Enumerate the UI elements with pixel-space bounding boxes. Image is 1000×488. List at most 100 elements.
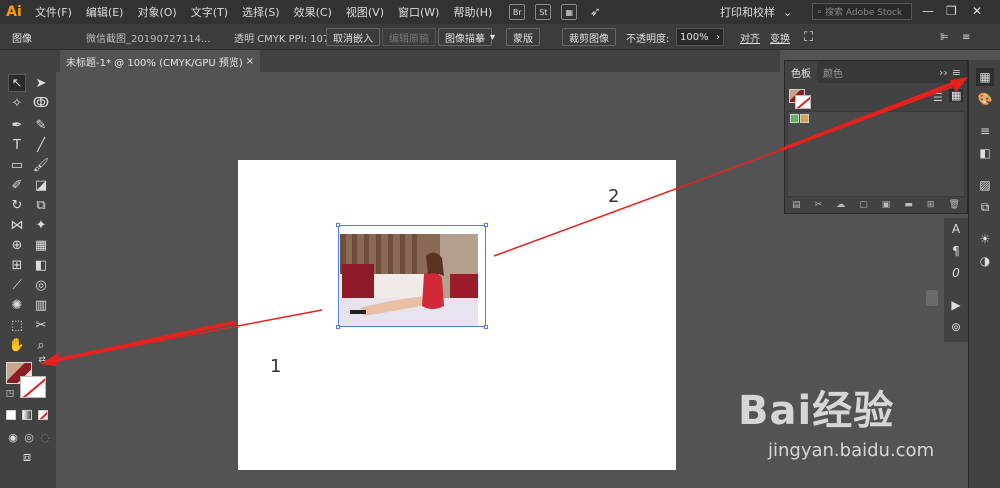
eyedropper-icon[interactable]: ⟋: [8, 276, 26, 294]
menu-view[interactable]: 视图(V): [339, 4, 391, 20]
list-view-icon[interactable]: ☰: [933, 91, 943, 104]
actions-panel-icon[interactable]: ▶: [947, 296, 965, 314]
column-graph-icon[interactable]: ▥: [32, 296, 50, 314]
unembed-button[interactable]: 取消嵌入: [326, 28, 380, 46]
align-options-icon[interactable]: ⊫: [940, 28, 949, 46]
scale-tool-icon[interactable]: ⧉: [32, 196, 50, 214]
shape-builder-icon[interactable]: ⊕: [8, 236, 26, 254]
default-colors-icon[interactable]: ◳: [4, 388, 16, 400]
resize-handle[interactable]: [484, 325, 488, 329]
cc-libraries-icon[interactable]: ☁: [836, 200, 845, 210]
stock-search-input[interactable]: ⌕ 搜索 Adobe Stock: [812, 3, 912, 20]
opacity-arrow-icon[interactable]: ›: [716, 28, 720, 46]
stroke-panel-icon[interactable]: ≡: [976, 122, 994, 140]
file-name-link[interactable]: 微信截图_20190727114...: [86, 28, 211, 46]
puppet-warp-icon[interactable]: ✦: [32, 216, 50, 234]
stroke-swatch-preview[interactable]: [795, 95, 811, 109]
minimize-icon[interactable]: —: [922, 4, 934, 18]
menu-type[interactable]: 文字(T): [184, 4, 235, 20]
character-panel-icon[interactable]: A: [947, 220, 965, 238]
canvas-area[interactable]: 1 2: [56, 72, 938, 488]
width-tool-icon[interactable]: ⋈: [8, 216, 26, 234]
mask-button[interactable]: 蒙版: [506, 28, 540, 46]
placed-image[interactable]: [340, 234, 478, 326]
menu-edit[interactable]: 编辑(E): [79, 4, 131, 20]
lasso-icon[interactable]: ↂ: [32, 94, 50, 112]
pen-tool-icon[interactable]: ✒: [8, 116, 26, 134]
menu-select[interactable]: 选择(S): [235, 4, 287, 20]
grid-view-icon[interactable]: ▦: [949, 89, 964, 102]
bridge-button[interactable]: Br: [509, 4, 526, 20]
gradient-tool-icon[interactable]: ◧: [32, 256, 50, 274]
paragraph-panel-icon[interactable]: ¶: [947, 242, 965, 260]
draw-inside-icon[interactable]: ◌: [36, 428, 54, 446]
graphic-styles-icon[interactable]: ◑: [976, 252, 994, 270]
menu-effect[interactable]: 效果(C): [287, 4, 339, 20]
close-icon[interactable]: ✕: [972, 4, 982, 18]
document-tab[interactable]: 未标题-1* @ 100% (CMYK/GPU 预览) ×: [60, 50, 260, 72]
tab-color[interactable]: 颜色: [817, 61, 849, 83]
line-tool-icon[interactable]: ╱: [32, 136, 50, 154]
screen-mode-icon[interactable]: ⧈: [18, 448, 36, 466]
zoom-tool-icon[interactable]: ⌕: [32, 336, 50, 354]
rotate-tool-icon[interactable]: ↻: [8, 196, 26, 214]
crop-image-button[interactable]: 裁剪图像: [562, 28, 616, 46]
color-panel-icon[interactable]: 🎨: [976, 90, 994, 108]
menu-window[interactable]: 窗口(W): [391, 4, 446, 20]
curvature-tool-icon[interactable]: ✎: [32, 116, 50, 134]
image-trace-button[interactable]: 图像描摹: [438, 28, 492, 46]
mesh-tool-icon[interactable]: ⊞: [8, 256, 26, 274]
stroke-color-swatch[interactable]: [20, 376, 46, 398]
slice-tool-icon[interactable]: ✂: [32, 316, 50, 334]
perspective-grid-icon[interactable]: ▦: [32, 236, 50, 254]
new-color-group-icon[interactable]: ▣: [882, 200, 891, 210]
gpu-performance-icon[interactable]: ➶: [587, 4, 603, 20]
color-mode-icon[interactable]: [6, 410, 16, 420]
panel-menu-icon[interactable]: ≡: [952, 66, 967, 79]
symbols-panel-icon[interactable]: ⧉: [976, 198, 994, 216]
paintbrush-icon[interactable]: 🖌: [32, 156, 50, 174]
rectangle-tool-icon[interactable]: ▭: [8, 156, 26, 174]
resize-handle[interactable]: [484, 223, 488, 227]
gradient-mode-icon[interactable]: [22, 410, 32, 420]
resize-handle[interactable]: [336, 223, 340, 227]
image-panel-icon[interactable]: ▨: [976, 176, 994, 194]
eraser-icon[interactable]: ◪: [32, 176, 50, 194]
transform-link[interactable]: 变换: [770, 28, 790, 46]
menu-file[interactable]: 文件(F): [28, 4, 79, 20]
new-folder-icon[interactable]: ▬: [904, 200, 913, 210]
isolate-icon[interactable]: ⛶: [804, 28, 813, 46]
shaper-tool-icon[interactable]: ✐: [8, 176, 26, 194]
tab-swatches[interactable]: 色板: [785, 61, 817, 83]
hand-tool-icon[interactable]: ✋: [8, 336, 26, 354]
arrange-documents-icon[interactable]: ▦: [561, 4, 578, 20]
selection-tool-icon[interactable]: ↖: [8, 74, 26, 92]
collapse-panel-icon[interactable]: ››: [939, 66, 952, 79]
magic-wand-icon[interactable]: ✧: [8, 94, 26, 112]
restore-icon[interactable]: ❐: [946, 4, 957, 18]
menu-help[interactable]: 帮助(H): [446, 4, 499, 20]
edit-original-button[interactable]: 编辑原稿: [382, 28, 436, 46]
show-swatch-kinds-icon[interactable]: ✂: [815, 200, 823, 210]
gradient-panel-icon[interactable]: ◧: [976, 144, 994, 162]
type-tool-icon[interactable]: T: [8, 136, 26, 154]
swatch-options-icon[interactable]: ▢: [859, 200, 868, 210]
vertical-scrollbar-thumb[interactable]: [926, 290, 938, 306]
swatch-libraries-icon[interactable]: ▤: [792, 200, 801, 210]
direct-selection-tool-icon[interactable]: ➤: [32, 74, 50, 92]
symbol-sprayer-icon[interactable]: ✺: [8, 296, 26, 314]
panel-menu-icon[interactable]: ≡: [962, 28, 970, 46]
menu-object[interactable]: 对象(O): [130, 4, 183, 20]
opentype-panel-icon[interactable]: 0: [947, 264, 965, 282]
swap-colors-icon[interactable]: ⇄: [36, 354, 48, 366]
swatch-group-icon[interactable]: [790, 114, 799, 123]
swatches-panel-icon[interactable]: ▦: [976, 68, 994, 86]
close-tab-icon[interactable]: ×: [246, 56, 254, 67]
blend-tool-icon[interactable]: ◎: [32, 276, 50, 294]
appearance-panel-icon[interactable]: ☀: [976, 230, 994, 248]
delete-swatch-icon[interactable]: 🗑: [949, 200, 960, 210]
links-panel-icon[interactable]: ⊚: [947, 318, 965, 336]
stock-button[interactable]: St: [535, 4, 552, 20]
new-swatch-icon[interactable]: ⊞: [927, 200, 935, 210]
artboard-tool-icon[interactable]: ⬚: [8, 316, 26, 334]
